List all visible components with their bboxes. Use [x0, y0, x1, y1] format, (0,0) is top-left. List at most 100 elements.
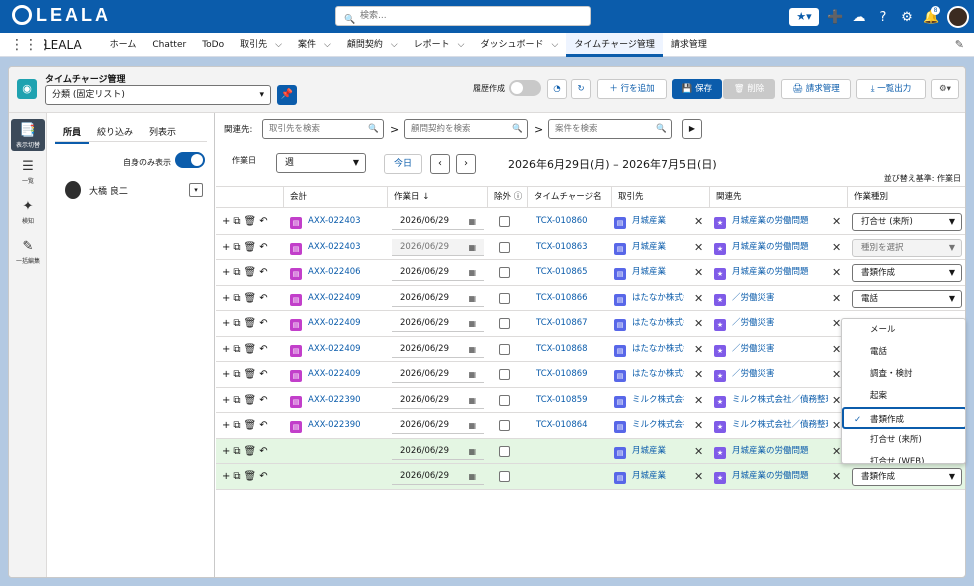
- related-lookup[interactable]: ★ ／労働災害: [714, 366, 828, 383]
- undo-icon[interactable]: ↶: [259, 293, 270, 304]
- add-row-icon[interactable]: +: [222, 216, 233, 227]
- undo-icon[interactable]: ↶: [259, 395, 270, 406]
- client-lookup[interactable]: ▤ 月城産業: [614, 213, 684, 230]
- clear-related-icon[interactable]: ✕: [832, 341, 841, 358]
- nav-item[interactable]: 請求管理: [663, 33, 715, 57]
- global-search-input[interactable]: 🔍 検索...: [335, 6, 591, 26]
- clear-related-icon[interactable]: ✕: [832, 468, 841, 485]
- nav-item[interactable]: ダッシュボード ⌵: [473, 33, 567, 57]
- rail-bulk-edit[interactable]: ✎ 一括編集: [11, 239, 45, 265]
- clear-related-icon[interactable]: ✕: [832, 315, 841, 332]
- user-avatar[interactable]: [947, 6, 969, 28]
- timecharge-name-link[interactable]: TCX-010866: [536, 286, 588, 311]
- add-row-icon[interactable]: +: [222, 395, 233, 406]
- clear-client-icon[interactable]: ✕: [694, 341, 703, 358]
- pin-icon[interactable]: 📌: [277, 85, 297, 105]
- help-icon[interactable]: ?: [875, 10, 891, 25]
- history-toggle[interactable]: [509, 80, 541, 96]
- account-cell[interactable]: ▤ AXX-022409: [290, 311, 361, 336]
- exclude-checkbox[interactable]: [499, 369, 510, 380]
- trash-icon[interactable]: 🗑: [244, 293, 260, 304]
- copy-icon[interactable]: ⧉: [233, 471, 243, 482]
- undo-icon[interactable]: ↶: [259, 267, 270, 278]
- calendar-icon[interactable]: ▦: [468, 417, 476, 434]
- add-row-icon[interactable]: +: [222, 293, 233, 304]
- timecharge-name-link[interactable]: TCX-010863: [536, 235, 588, 260]
- calendar-icon[interactable]: ▦: [468, 443, 476, 460]
- chevron-down-icon[interactable]: ⌵: [458, 40, 465, 50]
- app-launcher-icon[interactable]: ⋮⋮⋮: [10, 37, 52, 53]
- clear-client-icon[interactable]: ✕: [694, 315, 703, 332]
- account-cell[interactable]: ▤ AXX-022403: [290, 235, 361, 260]
- chart-icon[interactable]: ◔: [547, 79, 567, 99]
- copy-icon[interactable]: ⧉: [233, 446, 243, 457]
- next-week-button[interactable]: ›: [456, 154, 476, 174]
- trash-icon[interactable]: 🗑: [244, 344, 260, 355]
- delete-button[interactable]: 🗑 削除: [723, 79, 775, 99]
- add-row-icon[interactable]: +: [222, 318, 233, 329]
- timecharge-name-link[interactable]: TCX-010865: [536, 260, 588, 285]
- account-search-input[interactable]: 取引先を検索 🔍: [262, 119, 384, 139]
- calendar-icon[interactable]: ▦: [468, 213, 476, 230]
- account-cell[interactable]: ▤ AXX-022403: [290, 209, 361, 234]
- account-cell[interactable]: ▤ AXX-022409: [290, 337, 361, 362]
- work-date-input[interactable]: 2026/06/29 ▦: [392, 264, 484, 281]
- clear-related-icon[interactable]: ✕: [832, 366, 841, 383]
- chevron-down-icon[interactable]: ⌵: [552, 40, 559, 50]
- work-date-input[interactable]: 2026/06/29 ▦: [392, 341, 484, 358]
- save-button[interactable]: 💾 保存: [672, 79, 722, 99]
- work-type-select[interactable]: 種別を選択 ▼: [852, 238, 962, 257]
- exclude-checkbox[interactable]: [499, 343, 510, 355]
- dropdown-option[interactable]: 電話: [842, 341, 965, 363]
- undo-icon[interactable]: ↶: [259, 242, 270, 253]
- refresh-icon[interactable]: ↻: [571, 79, 591, 99]
- exclude-checkbox[interactable]: [499, 318, 510, 329]
- clear-client-icon[interactable]: ✕: [694, 366, 703, 383]
- copy-icon[interactable]: ⧉: [233, 293, 243, 304]
- period-select[interactable]: 週 ▼: [276, 153, 366, 173]
- favorites-icon[interactable]: ★▾: [789, 8, 819, 26]
- col-related[interactable]: 関連先: [710, 187, 848, 208]
- col-work-date[interactable]: 作業日 ↓: [388, 187, 488, 208]
- employee-menu-icon[interactable]: ▾: [189, 183, 203, 197]
- dropdown-option[interactable]: ✓ 書類作成: [842, 407, 965, 429]
- related-lookup[interactable]: ★ ミルク株式会社／債務整理: [714, 392, 828, 409]
- calendar-icon[interactable]: ▦: [468, 392, 476, 409]
- clear-related-icon[interactable]: ✕: [832, 417, 841, 434]
- trash-icon[interactable]: 🗑: [244, 318, 260, 329]
- exclude-checkbox[interactable]: [499, 292, 510, 304]
- calendar-icon[interactable]: ▦: [468, 239, 476, 256]
- trash-icon[interactable]: 🗑: [244, 471, 260, 482]
- dropdown-option[interactable]: 打合せ (WEB): [842, 451, 965, 463]
- undo-icon[interactable]: ↶: [259, 344, 270, 355]
- col-timecharge-name[interactable]: タイムチャージ名: [528, 187, 612, 208]
- nav-item[interactable]: レポート ⌵: [406, 33, 473, 57]
- client-lookup[interactable]: ▤ 月城産業: [614, 443, 684, 460]
- work-date-input[interactable]: 2026/06/29 ▦: [392, 468, 484, 485]
- trash-icon[interactable]: 🗑: [244, 242, 260, 253]
- chevron-down-icon[interactable]: ⌵: [324, 40, 331, 50]
- clear-related-icon[interactable]: ✕: [832, 213, 841, 230]
- bell-icon[interactable]: 🔔 8: [923, 5, 940, 25]
- copy-icon[interactable]: ⧉: [233, 267, 243, 278]
- contract-search-input[interactable]: 顧問契約を検索 🔍: [404, 119, 528, 139]
- undo-icon[interactable]: ↶: [259, 420, 270, 431]
- add-row-icon[interactable]: +: [222, 344, 233, 355]
- settings-menu-icon[interactable]: ⚙▾: [931, 79, 959, 99]
- trash-icon[interactable]: 🗑: [244, 395, 260, 406]
- account-cell[interactable]: ▤ AXX-022406: [290, 260, 361, 285]
- dropdown-option[interactable]: 調査・検討: [842, 363, 965, 385]
- client-lookup[interactable]: ▤ 月城産業: [614, 264, 684, 281]
- rail-list[interactable]: ☰ 一覧: [11, 159, 45, 185]
- copy-icon[interactable]: ⧉: [233, 395, 243, 406]
- related-lookup[interactable]: ★ ／労働災害: [714, 315, 828, 332]
- work-type-select[interactable]: 書類作成 ▼: [852, 468, 962, 486]
- work-date-input[interactable]: 2026/06/29 ▦: [392, 392, 484, 409]
- chevron-down-icon[interactable]: ⌵: [275, 40, 282, 50]
- exclude-checkbox[interactable]: [499, 216, 510, 227]
- dropdown-option[interactable]: 打合せ (来所): [842, 429, 965, 451]
- work-date-input[interactable]: 2026/06/29 ▦: [392, 238, 484, 256]
- work-date-input[interactable]: 2026/06/29 ▦: [392, 213, 484, 230]
- col-work-type[interactable]: 作業種別: [848, 187, 965, 208]
- client-lookup[interactable]: ▤はたなか株式会社: [614, 315, 684, 332]
